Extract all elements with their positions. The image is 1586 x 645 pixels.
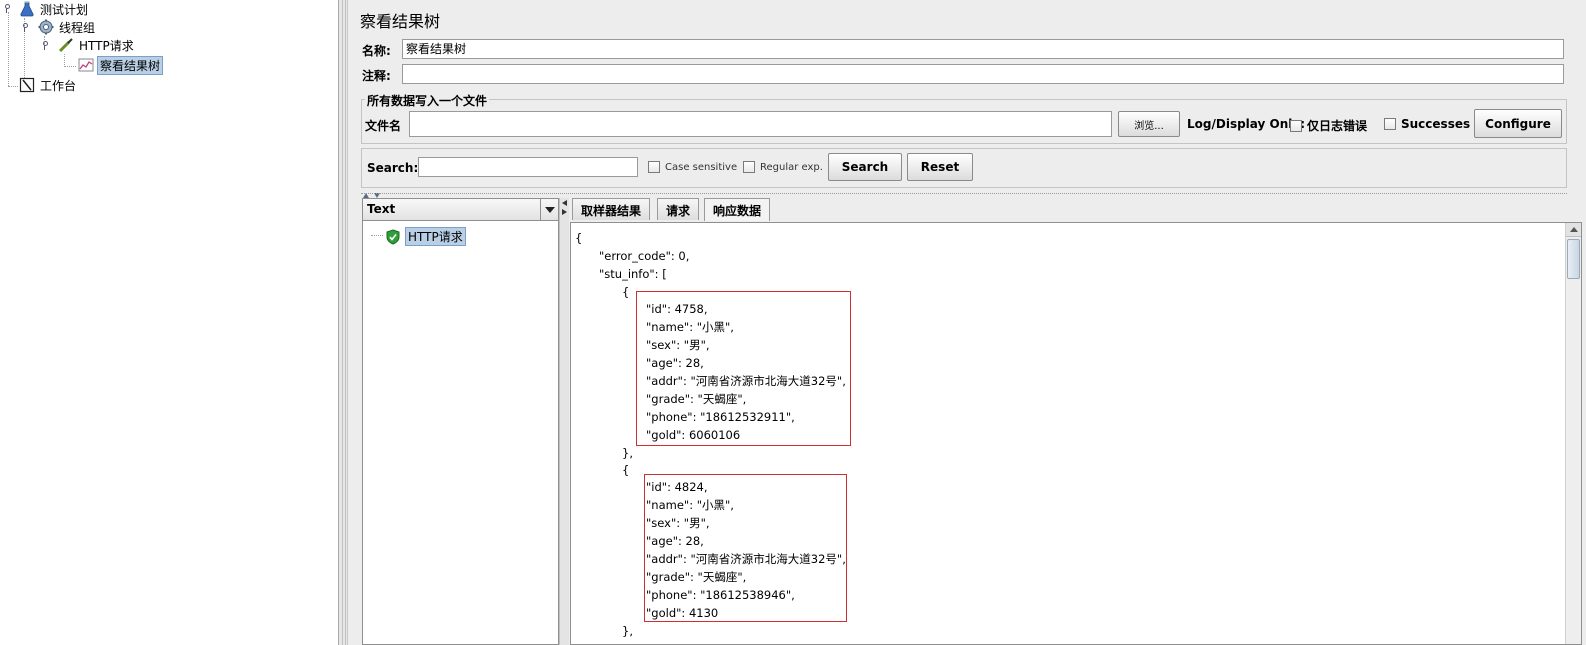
test-plan-tree[interactable]: 测试计划 线程组 HTTP请求 察看结果树 工作台	[0, 0, 338, 645]
checkbox-box	[1290, 119, 1302, 132]
browse-button[interactable]: 浏览...	[1118, 111, 1180, 137]
response-line: "id": 4758,	[646, 302, 708, 316]
response-line: "id": 4824,	[646, 480, 708, 494]
flask-icon	[19, 1, 35, 17]
response-line: "name": "小黑",	[646, 320, 734, 334]
response-line: "gold": 4130	[646, 606, 719, 620]
renderer-select[interactable]: Text	[363, 199, 558, 221]
name-label: 名称:	[362, 44, 391, 58]
file-group-title: 所有数据写入一个文件	[365, 92, 490, 109]
checkbox-box	[648, 161, 660, 173]
errors-only-checkbox[interactable]: 仅日志错误	[1290, 117, 1367, 134]
checkbox-box	[743, 161, 755, 173]
sampler-list[interactable]: Text HTTP请求	[362, 198, 559, 645]
search-input[interactable]	[418, 157, 638, 177]
name-field[interactable]: 察看结果树	[402, 39, 1564, 59]
response-line: "name": "小黑",	[646, 498, 734, 512]
workbench-icon	[19, 77, 35, 93]
response-line: "gold": 6060106	[646, 428, 741, 442]
response-line: },	[622, 446, 633, 460]
tree-item-label: 工作台	[40, 78, 77, 93]
tree-connector	[371, 235, 383, 236]
divider	[361, 193, 1567, 194]
response-line: "phone": "18612532911",	[646, 410, 795, 424]
tab-request[interactable]: 请求	[657, 198, 700, 220]
comment-label: 注释:	[362, 69, 391, 83]
tree-connector	[64, 66, 76, 67]
sample-label: HTTP请求	[405, 227, 466, 246]
response-line: },	[622, 624, 633, 638]
tree-connector	[8, 12, 9, 86]
checkbox-label: Case sensitive	[665, 161, 738, 173]
tree-expand-handle[interactable]	[3, 4, 11, 13]
regex-checkbox[interactable]: Regular exp.	[743, 161, 823, 173]
response-line: "stu_info": [	[599, 267, 667, 281]
response-line: "addr": "河南省济源市北海大道32号",	[646, 552, 846, 566]
scroll-thumb[interactable]	[1567, 239, 1580, 279]
response-line: "age": 28,	[646, 356, 704, 370]
success-shield-icon	[385, 228, 401, 245]
chart-icon	[78, 57, 94, 73]
results-splitter[interactable]	[559, 198, 569, 645]
log-display-label: Log/Display Only:	[1187, 117, 1305, 131]
reset-button[interactable]: Reset	[907, 153, 973, 181]
response-line: "phone": "18612538946",	[646, 588, 795, 602]
case-sensitive-checkbox[interactable]: Case sensitive	[648, 161, 737, 173]
scroll-up-icon[interactable]	[1566, 223, 1581, 237]
search-label: Search:	[367, 161, 419, 175]
checkbox-label: Successes	[1401, 117, 1471, 131]
panel-title: 察看结果树	[360, 12, 441, 31]
comment-field[interactable]	[402, 64, 1564, 84]
tree-connector	[8, 86, 18, 87]
view-results-tree-panel: 察看结果树 名称: 察看结果树 注释: 所有数据写入一个文件 文件名 浏览...…	[348, 0, 1586, 645]
tree-item-workbench[interactable]: 工作台	[19, 76, 78, 94]
tree-item-label: 察看结果树	[97, 55, 164, 75]
tree-item-label: 线程组	[59, 20, 96, 35]
response-line: "grade": "天蝎座",	[646, 570, 747, 584]
checkbox-label: Regular exp.	[760, 161, 823, 173]
response-line: "sex": "男",	[646, 516, 710, 530]
tree-item-http-request[interactable]: HTTP请求	[58, 36, 136, 54]
pipette-icon	[58, 37, 74, 53]
response-line: "grade": "天蝎座",	[646, 392, 747, 406]
response-line: {	[622, 285, 630, 299]
search-button[interactable]: Search	[828, 153, 902, 181]
tree-expand-handle[interactable]	[41, 41, 49, 50]
tree-expand-handle[interactable]	[21, 23, 29, 32]
chevron-down-icon[interactable]	[540, 199, 558, 220]
response-data-text[interactable]: { "error_code": 0, "stu_info": [ { "id":…	[570, 222, 1582, 645]
response-line: {	[622, 463, 630, 477]
checkbox-box	[1384, 118, 1396, 130]
tree-item-test-plan[interactable]: 测试计划	[19, 0, 90, 18]
successes-checkbox[interactable]: Successes	[1384, 117, 1470, 131]
file-name-field[interactable]	[409, 111, 1112, 137]
checkbox-label: 仅日志错误	[1307, 119, 1368, 133]
tree-item-thread-group[interactable]: 线程组	[38, 18, 97, 36]
response-line: {	[575, 231, 583, 245]
tree-item-label: HTTP请求	[79, 38, 134, 53]
file-name-label: 文件名	[365, 119, 402, 133]
response-line: "error_code": 0,	[599, 249, 690, 263]
tree-item-label: 测试计划	[40, 2, 89, 17]
tab-sampler-result[interactable]: 取样器结果	[572, 198, 651, 220]
configure-button[interactable]: Configure	[1474, 109, 1562, 138]
renderer-value: Text	[367, 202, 396, 216]
response-line: "addr": "河南省济源市北海大道32号",	[646, 374, 846, 388]
gear-icon	[38, 19, 54, 35]
sample-item[interactable]: HTTP请求	[385, 227, 466, 246]
tree-item-view-results-tree[interactable]: 察看结果树	[78, 55, 164, 75]
main-splitter[interactable]	[338, 0, 348, 645]
response-line: "sex": "男",	[646, 338, 710, 352]
response-line: "age": 28,	[646, 534, 704, 548]
tab-response-data[interactable]: 响应数据	[704, 198, 771, 221]
vertical-scrollbar[interactable]	[1565, 223, 1581, 644]
